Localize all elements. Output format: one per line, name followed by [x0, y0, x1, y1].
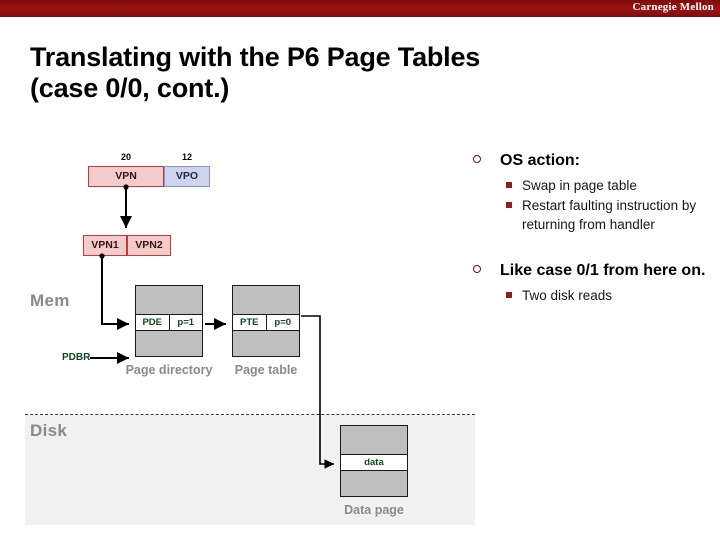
- hollow-circle-bullet-icon: [473, 265, 481, 273]
- page-title: Translating with the P6 Page Tables (cas…: [30, 42, 630, 104]
- bullet-like-case-sublist: Two disk reads: [470, 286, 718, 305]
- diagram-connectors: [90, 184, 334, 469]
- slide-canvas: Carnegie Mellon Translating with the P6 …: [0, 0, 720, 540]
- page-title-line-2: (case 0/0, cont.): [30, 73, 230, 103]
- sub-bullet-restart-faulting-instruction: Restart faulting instruction by returnin…: [470, 196, 718, 234]
- brand-label: Carnegie Mellon: [632, 1, 714, 13]
- square-bullet-icon: [506, 292, 512, 298]
- square-bullet-icon: [506, 202, 512, 208]
- brand-banner: Carnegie Mellon: [0, 0, 720, 17]
- square-bullet-icon: [506, 182, 512, 188]
- wire-pte-to-data-page: [301, 315, 334, 469]
- sub-bullet-swap-in-page-table-label: Swap in page table: [522, 178, 637, 193]
- sub-bullet-two-disk-reads: Two disk reads: [470, 286, 718, 305]
- bullet-os-action: OS action:: [470, 150, 718, 171]
- bullet-like-case-label: Like case 0/1 from here on.: [500, 262, 706, 279]
- bullet-group-like-case: Like case 0/1 from here on. Two disk rea…: [470, 260, 718, 305]
- page-title-line-1: Translating with the P6 Page Tables: [30, 42, 481, 72]
- bullet-like-case: Like case 0/1 from here on.: [470, 260, 718, 281]
- hollow-circle-bullet-icon: [473, 155, 481, 163]
- sub-bullet-two-disk-reads-label: Two disk reads: [522, 288, 613, 303]
- address-translation-diagram: Mem Disk 20 12 VPN VPO VPN1 VPN2 PDE p=1…: [0, 130, 500, 530]
- sub-bullet-restart-faulting-instruction-label: Restart faulting instruction by returnin…: [522, 198, 697, 232]
- bullet-column: OS action: Swap in page table Restart fa…: [470, 150, 718, 307]
- bullet-os-action-sublist: Swap in page table Restart faulting inst…: [470, 176, 718, 234]
- bullet-os-action-label: OS action:: [500, 152, 581, 169]
- wire-vpn1-to-pde: [101, 256, 129, 330]
- sub-bullet-swap-in-page-table: Swap in page table: [470, 176, 718, 195]
